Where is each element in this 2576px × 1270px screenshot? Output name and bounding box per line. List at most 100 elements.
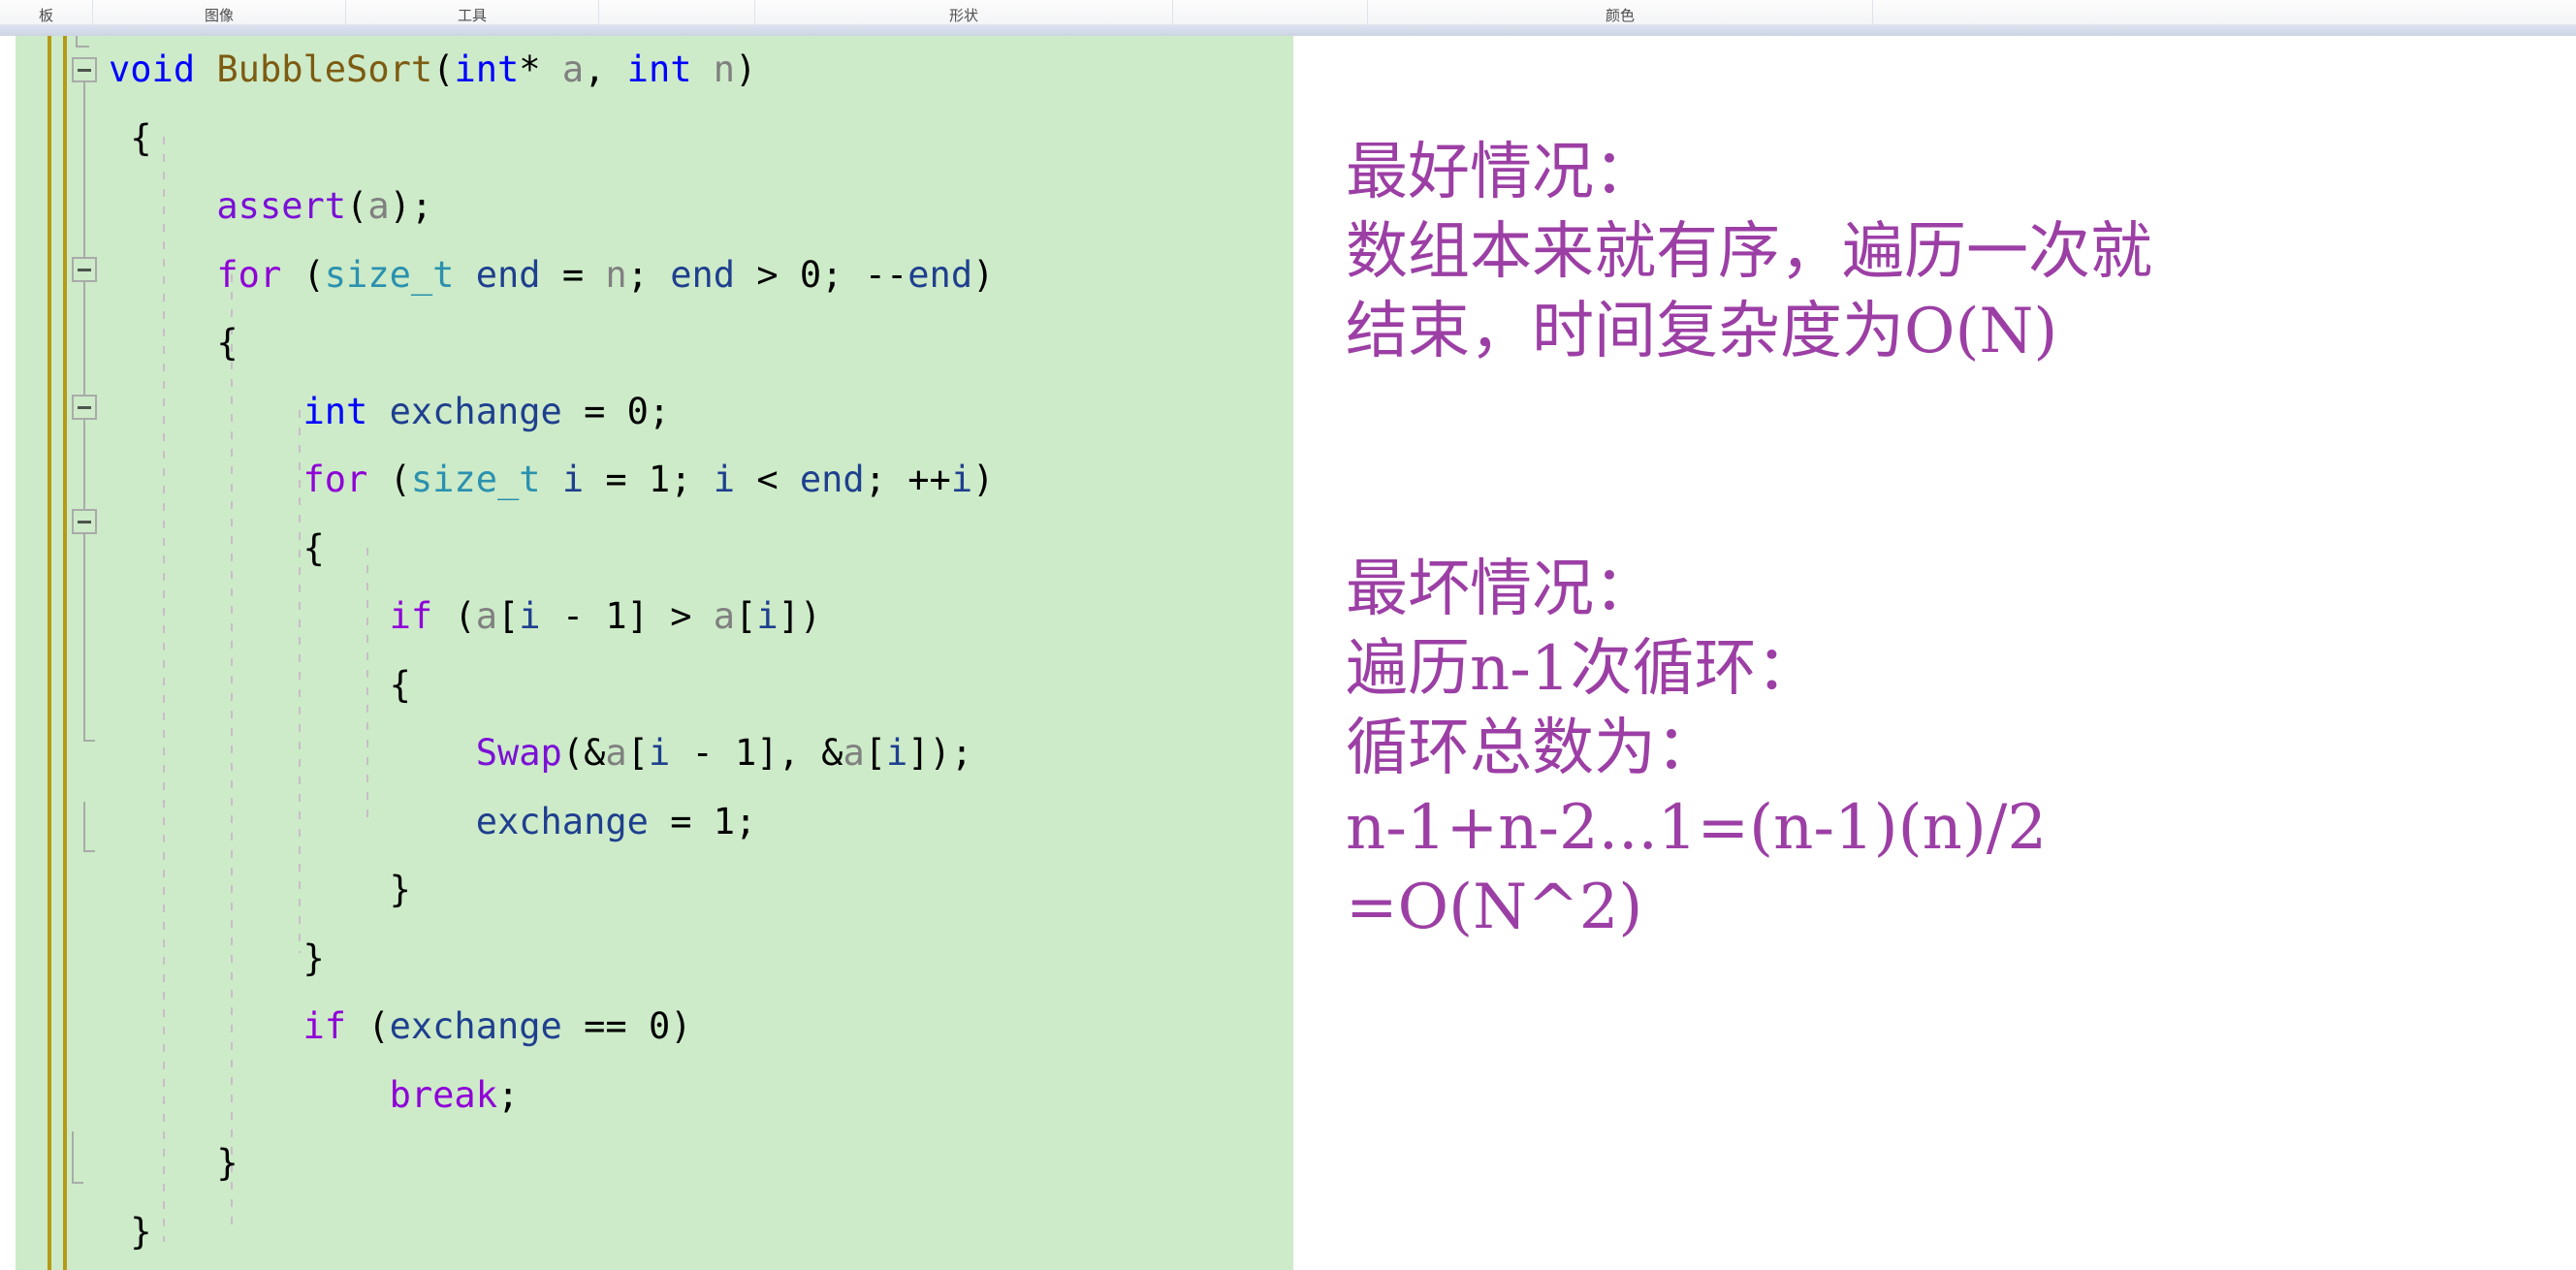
code-line-8[interactable]: { (109, 515, 994, 584)
code-line-1[interactable]: void BubbleSort(int* a, int n) (109, 36, 994, 105)
fold-line-function (83, 82, 85, 257)
code-editor-pane[interactable]: void BubbleSort(int* a, int n) { assert(… (16, 36, 1293, 1270)
note-worst-line-3: 循环总数为： (1346, 713, 1718, 784)
note-worst-line-5: =O(N^2) (1346, 872, 1643, 943)
ribbon-group-6[interactable]: 颜色 (1368, 0, 1872, 24)
token-par: a (713, 595, 736, 637)
code-line-11[interactable]: Swap(&a[i - 1], &a[i]); (109, 719, 994, 788)
code-line-4[interactable]: for (size_t end = n; end > 0; --end) (109, 241, 994, 310)
token-pun: { (109, 116, 152, 159)
token-call: assert (216, 185, 347, 227)
note-best-line-3: 结束，时间复杂度为O(N) (1346, 296, 2058, 367)
token-pun (109, 801, 476, 842)
token-pun: , (584, 48, 627, 90)
token-loc: i (648, 732, 671, 774)
token-loc: i (950, 459, 973, 500)
token-pun (109, 1005, 302, 1047)
note-worst-line-2: 遍历n-1次循环： (1346, 633, 1819, 705)
code-line-16[interactable]: break; (109, 1062, 994, 1130)
token-pun: ( (281, 253, 325, 296)
fold-toggle-function[interactable] (72, 57, 97, 82)
token-pun: ; -- (821, 253, 908, 296)
token-pun (454, 254, 475, 296)
code-line-17[interactable]: } (109, 1129, 994, 1198)
token-pun: < (735, 459, 800, 500)
toolbar-ribbon: 板图像 工具 形状 颜色 (0, 0, 2576, 25)
token-pun (195, 48, 216, 90)
fold-gutter[interactable] (72, 36, 111, 1270)
token-par: n (605, 253, 627, 296)
ribbon-group-empty-5 (1173, 0, 1367, 24)
note-best-case: 最好情况： 数组本来就有序，遍历一次就 结束，时间复杂度为O(N) (1346, 133, 2558, 371)
code-line-3[interactable]: assert(a); (109, 173, 994, 241)
token-loc: i (561, 459, 585, 500)
note-worst-line-1: 最坏情况： (1346, 554, 1656, 625)
annotation-pane: 最好情况： 数组本来就有序，遍历一次就 结束，时间复杂度为O(N) 最坏情况： 遍历n… (1311, 36, 2561, 1270)
ribbon-group-2[interactable]: 工具 (346, 0, 598, 24)
fold-line-outer-for (83, 282, 85, 402)
fold-end-top (76, 46, 89, 48)
token-pun: ) (670, 1005, 692, 1047)
token-pun: [ (626, 732, 649, 774)
token-pun: } (109, 869, 411, 910)
token-pun: ) (972, 253, 995, 296)
change-bar-left (48, 36, 51, 1270)
token-par: a (843, 732, 865, 774)
token-ctl: for (302, 459, 368, 500)
token-pun: ( (346, 185, 368, 227)
code-line-18[interactable]: } (109, 1198, 994, 1267)
token-pun: ]) (778, 595, 822, 637)
token-pun: [ (735, 595, 757, 637)
token-pun: ]); (907, 732, 973, 774)
token-pun: (& (561, 732, 606, 774)
ribbon-group-1[interactable]: 图像 (93, 0, 345, 24)
token-par: a (605, 732, 627, 774)
code-line-6[interactable]: int exchange = 0; (109, 378, 994, 447)
token-pun: ) (972, 459, 995, 500)
token-pun: - (540, 595, 606, 637)
code-line-10[interactable]: { (109, 651, 994, 720)
token-ctl: if (389, 595, 433, 637)
token-pun (109, 254, 216, 296)
token-pun: [ (864, 732, 886, 774)
ribbon-group-4[interactable]: 形状 (755, 0, 1172, 24)
fold-toggle-inner-for[interactable] (72, 395, 97, 420)
code-line-7[interactable]: for (size_t i = 1; i < end; ++i) (109, 446, 994, 515)
token-num: 1 (735, 732, 757, 774)
token-pun: { (109, 663, 411, 706)
code-line-2[interactable]: { (109, 105, 994, 174)
token-num: 1 (605, 595, 627, 637)
fold-end-inner-for (83, 850, 95, 852)
code-line-9[interactable]: if (a[i - 1] > a[i]) (109, 583, 994, 651)
code-line-5[interactable]: { (109, 309, 994, 378)
fold-toggle-if[interactable] (72, 509, 97, 534)
token-kw: int (626, 48, 692, 90)
token-pun (109, 391, 302, 432)
token-pun: ( (346, 1005, 390, 1047)
code-line-13[interactable]: } (109, 856, 994, 925)
token-ctl: if (302, 1005, 347, 1047)
fold-line-function-end (72, 1131, 74, 1184)
token-kw: int (302, 390, 368, 432)
token-pun: == (561, 1005, 649, 1047)
code-line-15[interactable]: if (exchange == 0) (109, 993, 994, 1062)
fold-toggle-outer-for[interactable] (72, 257, 97, 282)
token-pun: = (648, 800, 714, 842)
token-par: a (561, 48, 585, 90)
token-num: 0 (799, 253, 822, 296)
token-ctl: break (389, 1073, 497, 1116)
token-pun: = (561, 390, 627, 432)
code-line-14[interactable]: } (109, 925, 994, 994)
token-loc: i (756, 595, 779, 637)
token-pun: - (670, 732, 736, 774)
code-line-12[interactable]: exchange = 1; (109, 788, 994, 857)
token-pun (109, 1074, 390, 1116)
token-loc: end (670, 253, 736, 296)
ribbon-group-0[interactable]: 板 (0, 0, 92, 24)
token-pun: ; (626, 253, 671, 296)
token-pun (109, 595, 390, 637)
code-text[interactable]: void BubbleSort(int* a, int n) { assert(… (109, 36, 994, 1266)
workspace: void BubbleSort(int* a, int n) { assert(… (0, 36, 2576, 1270)
token-pun: ; (496, 1073, 520, 1116)
token-num: 1 (713, 800, 736, 842)
